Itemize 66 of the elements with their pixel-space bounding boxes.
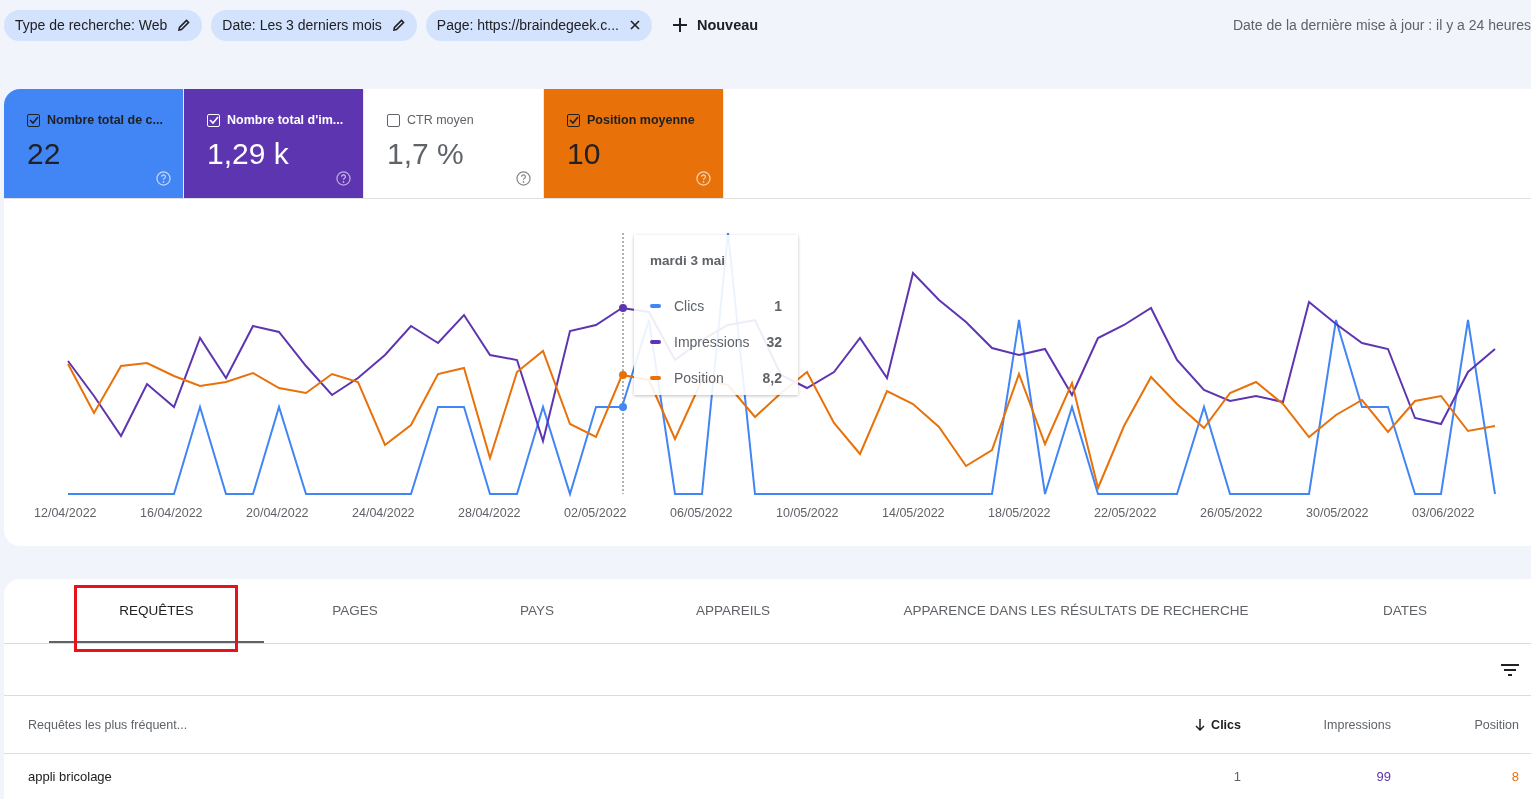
tab[interactable]: PAGES (264, 579, 446, 643)
table-cell-text: appli bricolage (28, 769, 113, 784)
series-value: 32 (766, 334, 782, 350)
filter-label: Type de recherche: Web (15, 17, 168, 33)
axis-label: 10/05/2022 (776, 506, 840, 520)
axis-label: 24/04/2022 (352, 506, 416, 520)
column-header[interactable]: Clics (1195, 717, 1241, 732)
axis-label: 22/05/2022 (1094, 506, 1158, 520)
axis-label: 28/04/2022 (458, 506, 522, 520)
column-header[interactable]: Position (1474, 717, 1519, 732)
tab[interactable]: DATES (1314, 579, 1496, 643)
checkbox[interactable] (387, 113, 400, 127)
metric-label: Nombre total d'im... (227, 113, 344, 127)
new-filter-button[interactable]: Nouveau (672, 17, 759, 33)
sort-arrow-icon (1195, 718, 1206, 731)
column-header[interactable]: Impressions (1323, 717, 1391, 732)
axis-label: 16/04/2022 (140, 506, 204, 520)
filter-label: Page: https://braindegeek.c... (436, 17, 619, 33)
tab[interactable]: REQUÊTES (49, 579, 264, 643)
filter-chip[interactable]: Page: https://braindegeek.c... (425, 9, 652, 41)
checkbox[interactable] (27, 113, 40, 127)
metric-value: 1,7 % (387, 137, 465, 171)
filter-label: Date: Les 3 derniers mois (222, 17, 382, 33)
metric-value: 10 (567, 137, 602, 171)
table-cell: 1 (1233, 769, 1241, 784)
filter-chip[interactable]: Type de recherche: Web (4, 9, 203, 41)
table-cell: 99 (1376, 769, 1391, 784)
tab[interactable]: PAYS (446, 579, 628, 643)
tab[interactable]: APPARENCE DANS LES RÉSULTATS DE RECHERCHE (838, 579, 1314, 643)
metric-card[interactable]: Position moyenne 10 (544, 89, 724, 198)
axis-label: 18/05/2022 (988, 506, 1052, 520)
axis-label: 14/05/2022 (882, 506, 946, 520)
axis-label: 30/05/2022 (1306, 506, 1370, 520)
series-value: 8,2 (762, 370, 782, 386)
pencil-icon[interactable] (177, 18, 192, 32)
axis-label: 06/05/2022 (670, 506, 734, 520)
metric-value: 22 (27, 137, 62, 171)
axis-label: 12/04/2022 (34, 506, 98, 520)
help-icon[interactable] (516, 171, 531, 186)
series-name: Clics (674, 298, 705, 314)
last-update-text: Date de la dernière mise à jour : il y a 24 heures (1232, 17, 1531, 33)
axis-label: 02/05/2022 (564, 506, 628, 520)
filter-chip[interactable]: Date: Les 3 derniers mois (211, 9, 417, 41)
data-point (619, 371, 627, 379)
data-point (619, 403, 627, 411)
metric-card[interactable]: Nombre total de c... 22 (4, 89, 184, 198)
pencil-icon[interactable] (391, 18, 406, 32)
series-name: Position (674, 370, 724, 386)
column-header[interactable]: Requêtes les plus fréquent... (28, 717, 1091, 732)
tab[interactable]: APPAREILS (628, 579, 838, 643)
metric-label: CTR moyen (407, 113, 474, 127)
filter-icon[interactable] (1501, 663, 1519, 676)
table-cell: 8 (1511, 769, 1519, 784)
axis-label: 03/06/2022 (1412, 506, 1476, 520)
metric-label: Nombre total de c... (47, 113, 163, 127)
axis-label: 26/05/2022 (1200, 506, 1264, 520)
axis-label: 20/04/2022 (246, 506, 310, 520)
plus-icon (672, 18, 687, 32)
data-point (619, 304, 627, 312)
series-name: Impressions (674, 334, 750, 350)
metric-value: 1,29 k (207, 137, 290, 171)
checkbox[interactable] (567, 113, 580, 127)
close-icon[interactable] (628, 19, 641, 31)
metric-label: Position moyenne (587, 113, 695, 127)
series-value: 1 (774, 298, 782, 314)
tooltip-title: mardi 3 mai (650, 253, 727, 268)
